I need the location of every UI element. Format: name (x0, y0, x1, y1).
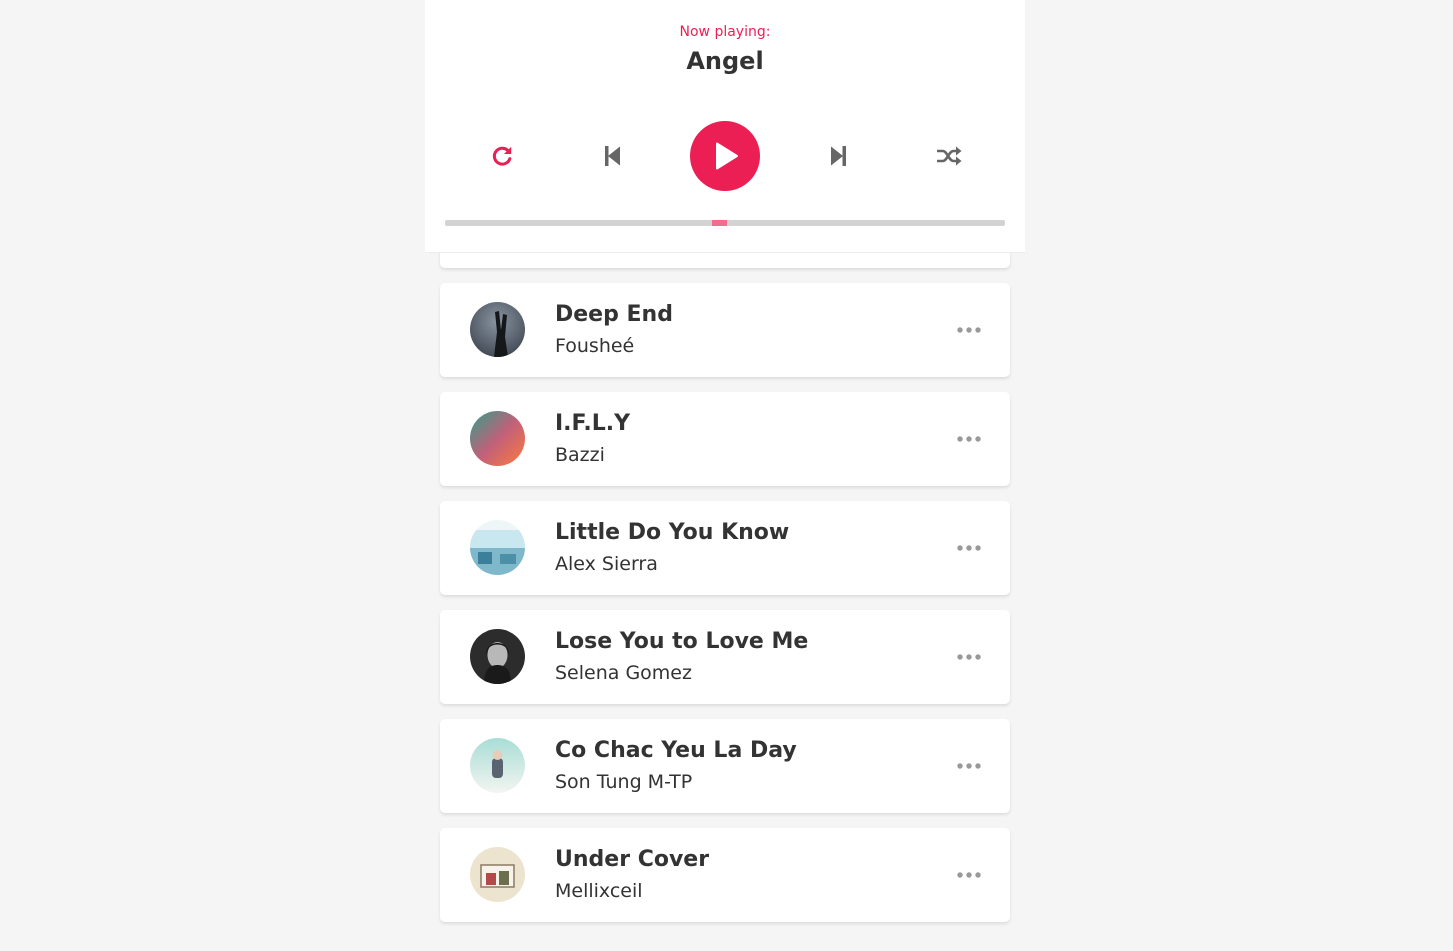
ellipsis-icon (957, 654, 981, 660)
prev-button[interactable] (595, 138, 631, 174)
ellipsis-icon (957, 436, 981, 442)
play-button[interactable] (690, 121, 760, 191)
song-title: Co Chac Yeu La Day (555, 738, 797, 763)
music-player-page: Now playing: Angel Deep End Fousheé I.F.… (0, 0, 1453, 951)
song-thumbnail (470, 738, 525, 793)
ellipsis-icon (957, 327, 981, 333)
current-song-title: Angel (686, 47, 764, 75)
song-artist: Fousheé (555, 335, 635, 357)
song-title: Little Do You Know (555, 520, 790, 545)
step-forward-icon (831, 146, 846, 166)
song-item[interactable]: Under Cover Mellixceil (440, 828, 1010, 922)
song-thumbnail (470, 302, 525, 357)
song-title: Under Cover (555, 847, 710, 872)
now-playing-label: Now playing: (679, 24, 771, 40)
progress-bar[interactable] (445, 220, 1005, 226)
song-title: Lose You to Love Me (555, 629, 809, 654)
song-item[interactable]: Deep End Fousheé (440, 283, 1010, 377)
song-options-button[interactable] (954, 536, 984, 560)
song-options-button[interactable] (954, 645, 984, 669)
song-item[interactable]: I.F.L.Y Bazzi (440, 392, 1010, 486)
song-title: I.F.L.Y (555, 411, 631, 436)
next-button[interactable] (820, 138, 856, 174)
song-thumbnail (470, 629, 525, 684)
song-thumbnail (470, 847, 525, 902)
song-title: Deep End (555, 302, 673, 327)
song-options-button[interactable] (954, 754, 984, 778)
random-icon (937, 146, 962, 166)
random-button[interactable] (931, 138, 967, 174)
repeat-icon (492, 146, 512, 166)
song-item[interactable]: Co Chac Yeu La Day Son Tung M-TP (440, 719, 1010, 813)
progress-thumb[interactable] (712, 220, 727, 226)
song-item[interactable]: Little Do You Know Alex Sierra (440, 501, 1010, 595)
song-artist: Selena Gomez (555, 662, 692, 684)
song-artist: Son Tung M-TP (555, 771, 693, 793)
song-thumbnail (470, 411, 525, 466)
song-artist: Mellixceil (555, 880, 643, 902)
song-options-button[interactable] (954, 318, 984, 342)
player-dashboard: Now playing: Angel (425, 0, 1025, 253)
song-options-button[interactable] (954, 863, 984, 887)
play-icon (716, 142, 738, 170)
song-item[interactable]: Lose You to Love Me Selena Gomez (440, 610, 1010, 704)
ellipsis-icon (957, 872, 981, 878)
player-controls (425, 120, 1025, 192)
ellipsis-icon (957, 763, 981, 769)
song-options-button[interactable] (954, 427, 984, 451)
repeat-button[interactable] (484, 138, 520, 174)
song-artist: Bazzi (555, 444, 605, 466)
playlist: Deep End Fousheé I.F.L.Y Bazzi Little Do… (440, 174, 1010, 937)
ellipsis-icon (957, 545, 981, 551)
song-artist: Alex Sierra (555, 553, 658, 575)
step-backward-icon (605, 146, 620, 166)
song-thumbnail (470, 520, 525, 575)
